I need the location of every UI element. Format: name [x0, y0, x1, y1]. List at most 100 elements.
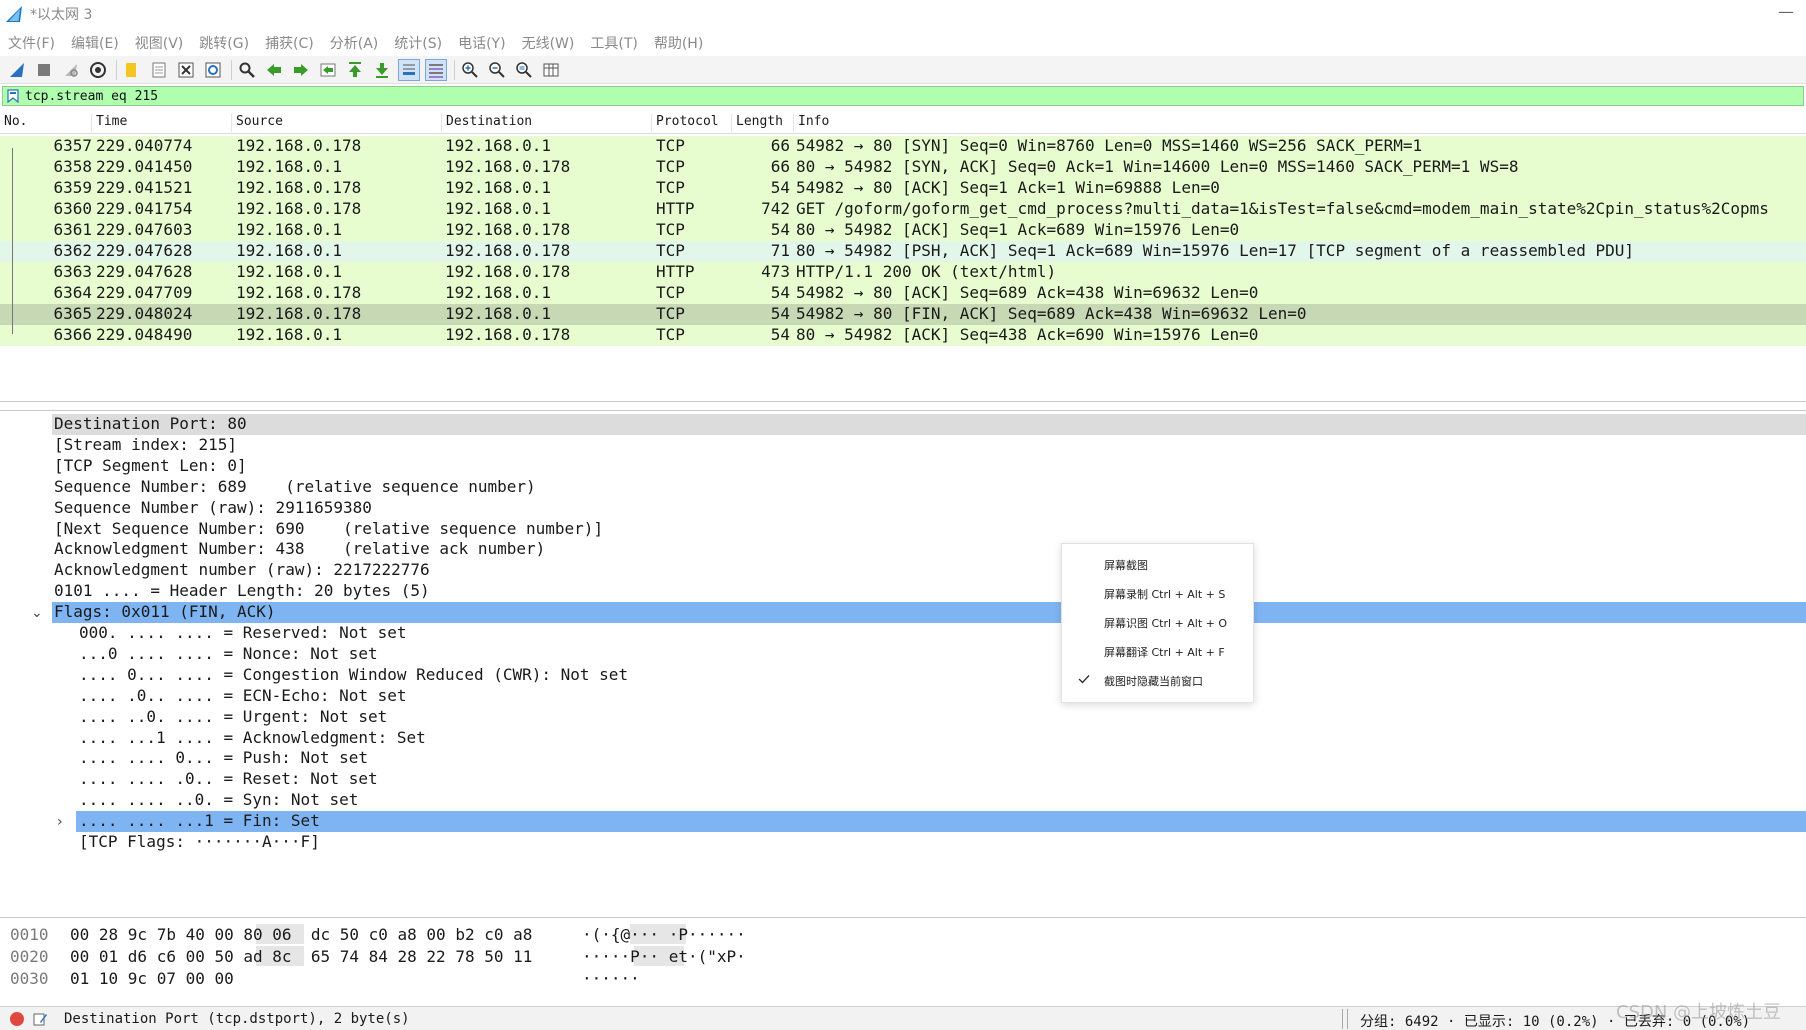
hex-ascii[interactable]: ·····P·· et·("xP·	[582, 947, 746, 966]
tree-item[interactable]: .... .... ..0. = Syn: Not set	[0, 790, 1806, 811]
find-packet-button[interactable]	[236, 59, 258, 81]
tree-node-fin-flag[interactable]: › .... .... ...1 = Fin: Set	[0, 811, 1806, 833]
menu-analyze[interactable]: 分析(A)	[330, 33, 379, 53]
tree-item[interactable]: .... 0... .... = Congestion Window Reduc…	[0, 665, 1806, 686]
column-header-protocol[interactable]: Protocol	[652, 114, 732, 132]
capture-status-icon[interactable]	[10, 1012, 24, 1026]
tree-item[interactable]: .... .0.. .... = ECN-Echo: Not set	[0, 686, 1806, 707]
packet-row[interactable]: 6360 229.041754 192.168.0.178 192.168.0.1 HT…	[0, 199, 1806, 220]
column-header-info[interactable]: Info	[794, 114, 1806, 132]
tree-item[interactable]: [Stream index: 215]	[0, 435, 1806, 456]
column-header-destination[interactable]: Destination	[442, 114, 652, 132]
menu-telephony[interactable]: 电话(Y)	[458, 33, 505, 53]
menu-view[interactable]: 视图(V)	[135, 33, 184, 53]
tree-item[interactable]: Sequence Number (raw): 2911659380	[0, 498, 1806, 519]
menu-file[interactable]: 文件(F)	[8, 33, 55, 53]
tree-item[interactable]: Acknowledgment number (raw): 2217222776	[0, 560, 1806, 581]
menu-statistics[interactable]: 统计(S)	[394, 33, 442, 53]
tree-item[interactable]: Acknowledgment Number: 438 (relative ack…	[0, 539, 1806, 560]
zoom-out-button[interactable]	[486, 59, 508, 81]
stop-capture-button[interactable]	[33, 59, 55, 81]
chevron-down-icon[interactable]: ⌄	[31, 605, 43, 621]
menu-tools[interactable]: 工具(T)	[590, 33, 637, 53]
packet-row[interactable]: 6359 229.041521 192.168.0.178 192.168.0.1 TC…	[0, 178, 1806, 199]
zoom-in-button[interactable]	[459, 59, 481, 81]
restart-capture-button[interactable]	[60, 59, 82, 81]
display-filter-bar[interactable]: tcp.stream eq 215	[2, 86, 1804, 106]
tree-item[interactable]: 000. .... .... = Reserved: Not set	[0, 623, 1806, 644]
hex-bytes[interactable]: 00 28 9c 7b 40 00 80 06 dc 50 c0 a8 00 b…	[70, 925, 532, 944]
go-first-button[interactable]	[344, 59, 366, 81]
packet-row[interactable]: 6365 229.048024 192.168.0.178 192.168.0.1 TC…	[0, 304, 1806, 325]
minimize-button[interactable]: —	[1778, 2, 1794, 21]
search-icon	[239, 62, 255, 78]
edit-comment-icon[interactable]	[32, 1011, 48, 1027]
tree-item[interactable]: Destination Port: 80	[0, 414, 1806, 435]
packet-row[interactable]: 6363 229.047628 192.168.0.1 192.168.0.178 HT…	[0, 262, 1806, 283]
close-file-button[interactable]	[175, 59, 197, 81]
tree-node-tcp-flags[interactable]: ⌄ Flags: 0x011 (FIN, ACK)	[0, 602, 1806, 624]
chevron-right-icon[interactable]: ›	[57, 814, 63, 830]
column-header-time[interactable]: Time	[92, 114, 232, 132]
packet-row[interactable]: 6366 229.048490 192.168.0.1 192.168.0.178 TC…	[0, 325, 1806, 346]
packet-row[interactable]: 6364 229.047709 192.168.0.178 192.168.0.1 TC…	[0, 283, 1806, 304]
tree-item[interactable]: [Next Sequence Number: 690 (relative seq…	[0, 519, 1806, 540]
normal-size-button[interactable]	[513, 59, 535, 81]
tree-item[interactable]: [TCP Flags: ·······A···F]	[0, 832, 1806, 853]
autoscroll-button[interactable]	[398, 58, 420, 81]
column-header-source[interactable]: Source	[232, 114, 442, 132]
tree-item[interactable]: Sequence Number: 689 (relative sequence …	[0, 477, 1806, 498]
hex-row[interactable]: 0010 00 28 9c 7b 40 00 80 06 dc 50 c0 a8…	[0, 924, 1806, 946]
go-last-button[interactable]	[371, 59, 393, 81]
menu-help[interactable]: 帮助(H)	[654, 33, 703, 53]
start-capture-button[interactable]	[6, 59, 28, 81]
save-file-button[interactable]	[148, 59, 170, 81]
hex-bytes[interactable]: 00 01 d6 c6 00 50 ad 8c 65 74 84 28 22 7…	[70, 947, 532, 966]
packet-cell-time: 229.048024	[96, 304, 193, 323]
menu-item-screen-record[interactable]: 屏幕录制 Ctrl + Alt + S	[1062, 581, 1253, 605]
menu-go[interactable]: 跳转(G)	[199, 33, 249, 53]
tree-item[interactable]: ...0 .... .... = Nonce: Not set	[0, 644, 1806, 665]
open-file-button[interactable]	[121, 59, 143, 81]
column-header-length[interactable]: Length	[732, 114, 794, 132]
stop-icon	[38, 63, 50, 76]
menu-wireless[interactable]: 无线(W)	[522, 33, 575, 53]
hex-ascii[interactable]: ······	[582, 969, 640, 988]
display-filter-input[interactable]: tcp.stream eq 215	[25, 89, 158, 104]
hex-row[interactable]: 0020 00 01 d6 c6 00 50 ad 8c 65 74 84 28…	[0, 946, 1806, 968]
go-to-packet-button[interactable]	[317, 59, 339, 81]
menu-edit[interactable]: 编辑(E)	[71, 33, 119, 53]
tree-item[interactable]: .... .... 0... = Push: Not set	[0, 748, 1806, 769]
resize-columns-button[interactable]	[540, 59, 562, 81]
tree-item[interactable]: .... ..0. .... = Urgent: Not set	[0, 707, 1806, 728]
capture-options-button[interactable]	[87, 59, 109, 81]
hex-bytes[interactable]: 01 10 9c 07 00 00	[70, 969, 234, 988]
packet-row[interactable]: 6357 229.040774 192.168.0.178 192.168.0.1 TC…	[0, 136, 1806, 157]
tree-item-label: ...0 .... .... = Nonce: Not set	[79, 643, 378, 663]
menu-capture[interactable]: 捕获(C)	[265, 33, 314, 53]
packet-row[interactable]: 6358 229.041450 192.168.0.1 192.168.0.178 TC…	[0, 157, 1806, 178]
hex-ascii[interactable]: ·(·{@··· ·P······	[582, 925, 746, 944]
packet-row[interactable]: 6362 229.047628 192.168.0.1 192.168.0.178 TC…	[0, 241, 1806, 262]
menu-item-screen-translate[interactable]: 屏幕翻译 Ctrl + Alt + F	[1062, 639, 1253, 663]
tree-item[interactable]: 0101 .... = Header Length: 20 bytes (5)	[0, 581, 1806, 602]
packet-list-header: No. Time Source Destination Protocol Len…	[0, 110, 1806, 134]
menu-item-screen-ocr[interactable]: 屏幕识图 Ctrl + Alt + O	[1062, 610, 1253, 634]
bookmark-icon[interactable]	[7, 89, 19, 103]
menu-item-screenshot[interactable]: 屏幕截图	[1062, 552, 1253, 576]
status-splitter[interactable]	[1342, 1009, 1348, 1029]
tree-item[interactable]: .... ...1 .... = Acknowledgment: Set	[0, 728, 1806, 749]
tree-item[interactable]: .... .... .0.. = Reset: Not set	[0, 769, 1806, 790]
tree-item-label: Sequence Number (raw): 2911659380	[54, 497, 372, 517]
go-forward-button[interactable]	[290, 59, 312, 81]
packet-cell-no: 6362	[53, 241, 92, 260]
colorize-button[interactable]	[425, 58, 447, 81]
reload-file-button[interactable]	[202, 59, 224, 81]
menu-item-hide-window[interactable]: 截图时隐藏当前窗口	[1062, 668, 1253, 692]
packet-row[interactable]: 6361 229.047603 192.168.0.1 192.168.0.178 TC…	[0, 220, 1806, 241]
go-back-button[interactable]	[263, 59, 285, 81]
hex-row[interactable]: 0030 01 10 9c 07 00 00 ······	[0, 968, 1806, 990]
menu-bar: 文件(F) 编辑(E) 视图(V) 跳转(G) 捕获(C) 分析(A) 统计(S…	[0, 30, 1806, 56]
tree-item[interactable]: [TCP Segment Len: 0]	[0, 456, 1806, 477]
column-header-no[interactable]: No.	[0, 114, 92, 132]
